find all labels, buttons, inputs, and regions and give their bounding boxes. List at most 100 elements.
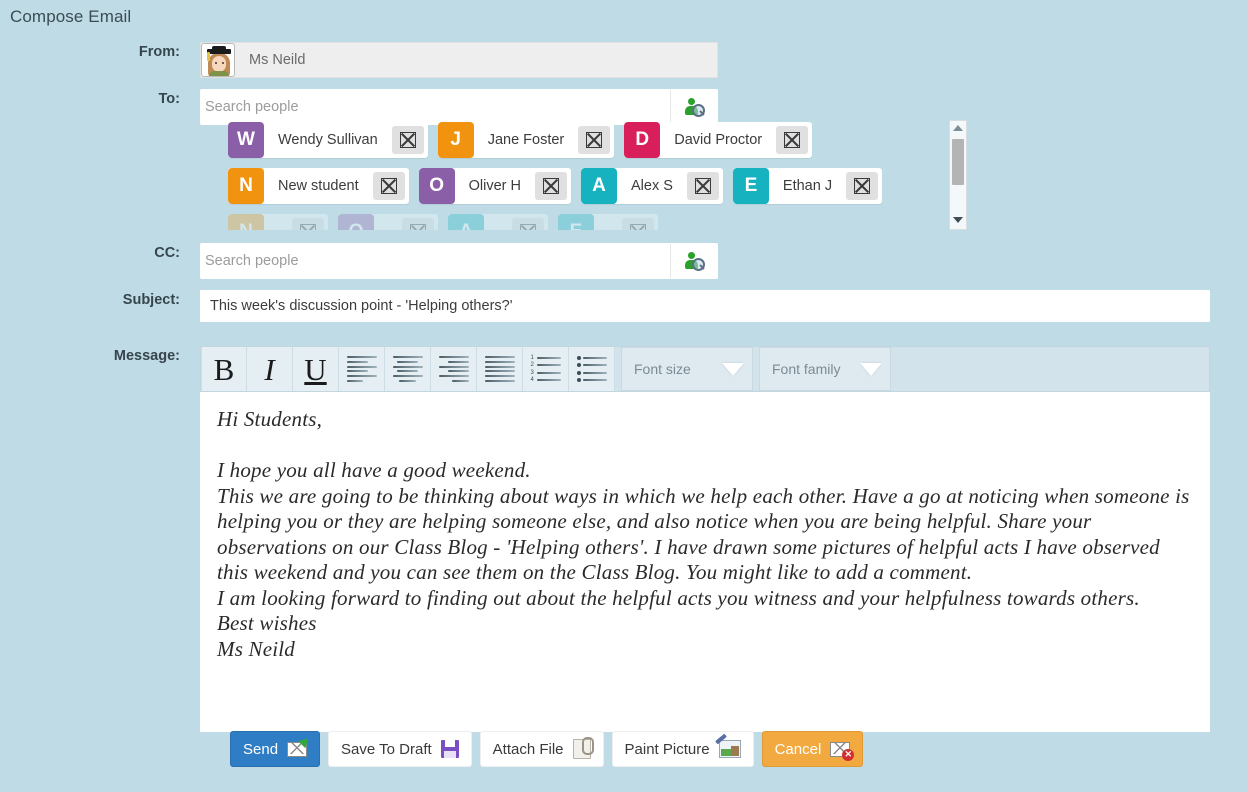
send-button-label: Send: [243, 740, 279, 758]
scrollbar-thumb[interactable]: [952, 139, 964, 185]
recipient-chip[interactable]: N New student: [228, 168, 409, 204]
recipient-chip[interactable]: J Jane Foster: [437, 122, 615, 158]
close-icon: [300, 224, 316, 230]
remove-recipient-button[interactable]: [686, 172, 719, 200]
message-body-area[interactable]: Hi Students, I hope you all have a good …: [200, 392, 1210, 732]
remove-recipient-button[interactable]: [846, 172, 879, 200]
subject-row: Subject:: [0, 290, 1248, 322]
recipient-chip[interactable]: O: [338, 214, 438, 230]
recipient-initial-avatar: N: [228, 168, 264, 204]
recipient-chip[interactable]: E: [558, 214, 658, 230]
align-center-icon: [392, 356, 423, 382]
ordered-list-icon: 1 2 3 4: [531, 355, 561, 383]
recipient-initial-avatar: A: [580, 168, 617, 204]
italic-button[interactable]: I: [247, 347, 293, 391]
action-button-bar: Send Save To Draft Attach File Paint Pic…: [230, 731, 864, 767]
recipient-chip[interactable]: A Alex S: [580, 168, 723, 204]
close-icon: [694, 178, 711, 194]
close-icon: [399, 132, 416, 148]
recipient-chip[interactable]: A: [448, 214, 548, 230]
recipient-name: Ethan J: [782, 178, 833, 194]
remove-recipient-button[interactable]: [372, 172, 405, 200]
message-row: Message: B I U 1 2 3 4 Font size Font fa…: [0, 346, 1248, 732]
bold-icon: B: [213, 351, 235, 387]
recipient-chip[interactable]: O Oliver H: [418, 168, 571, 204]
font-family-select[interactable]: Font family: [759, 347, 891, 391]
align-justify-button[interactable]: [477, 347, 523, 391]
remove-recipient-button[interactable]: [622, 218, 654, 230]
scroll-down-arrow-icon[interactable]: [950, 213, 966, 227]
recipient-initial-avatar: E: [558, 214, 594, 230]
chevron-down-icon: [860, 362, 882, 376]
recipient-chip[interactable]: W Wendy Sullivan: [228, 122, 428, 158]
remove-recipient-button[interactable]: [391, 126, 424, 154]
remove-recipient-button[interactable]: [534, 172, 567, 200]
close-icon: [784, 132, 801, 148]
ordered-list-button[interactable]: 1 2 3 4: [523, 347, 569, 391]
save-to-draft-label: Save To Draft: [341, 740, 432, 758]
paint-picture-button[interactable]: Paint Picture: [611, 731, 754, 767]
paint-image-icon: [714, 733, 741, 758]
align-left-button[interactable]: [339, 347, 385, 391]
editor-toolbar: B I U 1 2 3 4 Font size Font family: [200, 346, 1210, 392]
recipient-initial-avatar: J: [437, 122, 474, 158]
message-body-text: Hi Students, I hope you all have a good …: [217, 407, 1190, 661]
recipient-chip-row-1: W Wendy Sullivan J Jane Foster D David P…: [228, 122, 934, 168]
from-row: From: Ms Neild: [0, 42, 1248, 78]
recipient-initial-avatar: A: [448, 214, 484, 230]
remove-recipient-button[interactable]: [512, 218, 544, 230]
recipient-name: David Proctor: [674, 132, 763, 148]
from-value: Ms Neild: [249, 52, 306, 68]
cc-search-input[interactable]: [201, 243, 670, 279]
page-title: Compose Email: [10, 7, 132, 26]
send-button[interactable]: Send: [230, 731, 321, 767]
attach-file-button[interactable]: Attach File: [479, 731, 604, 767]
from-field: Ms Neild: [200, 42, 718, 78]
unordered-list-button[interactable]: [569, 347, 615, 391]
recipient-chip[interactable]: N: [228, 214, 328, 230]
close-icon: [410, 224, 426, 230]
save-to-draft-button[interactable]: Save To Draft: [328, 731, 472, 767]
font-size-select[interactable]: Font size: [621, 347, 753, 391]
cancel-button-label: Cancel: [774, 740, 822, 758]
cc-field: [200, 243, 718, 279]
cc-search-button[interactable]: [670, 244, 717, 278]
message-label: Message:: [113, 348, 180, 364]
to-search-input[interactable]: [201, 89, 670, 125]
font-family-label: Font family: [772, 361, 841, 377]
person-search-icon: [684, 251, 705, 271]
remove-recipient-button[interactable]: [578, 126, 611, 154]
recipient-list-scrollbar[interactable]: [949, 120, 967, 230]
subject-input[interactable]: [200, 290, 1210, 322]
underline-icon: U: [304, 351, 327, 387]
align-right-button[interactable]: [431, 347, 477, 391]
close-icon: [520, 224, 536, 230]
close-icon: [854, 178, 871, 194]
align-center-button[interactable]: [385, 347, 431, 391]
attach-file-label: Attach File: [492, 740, 564, 758]
remove-recipient-button[interactable]: [776, 126, 809, 154]
to-search-button[interactable]: [670, 90, 717, 124]
chevron-down-icon: [722, 362, 744, 376]
floppy-disk-icon: [440, 740, 459, 758]
recipient-chip[interactable]: D David Proctor: [624, 122, 813, 158]
cancel-button[interactable]: Cancel ✕: [761, 731, 864, 767]
italic-icon: I: [264, 351, 275, 387]
recipient-chip[interactable]: E Ethan J: [732, 168, 883, 204]
recipient-initial-avatar: E: [732, 168, 769, 204]
person-search-icon: [684, 97, 705, 117]
send-envelope-icon: [287, 734, 312, 757]
rich-text-editor: B I U 1 2 3 4 Font size Font family Hi S…: [200, 346, 1210, 732]
remove-recipient-button[interactable]: [402, 218, 434, 230]
scroll-up-arrow-icon[interactable]: [950, 121, 966, 135]
paint-picture-label: Paint Picture: [624, 740, 710, 758]
recipient-initial-avatar: N: [228, 214, 264, 230]
remove-recipient-button[interactable]: [292, 218, 324, 230]
recipient-name: Oliver H: [468, 178, 521, 194]
underline-button[interactable]: U: [293, 347, 339, 391]
bold-button[interactable]: B: [201, 347, 247, 391]
recipient-name: New student: [278, 178, 359, 194]
subject-label: Subject:: [122, 292, 180, 308]
close-icon: [630, 224, 646, 230]
cancel-envelope-icon: ✕: [830, 741, 855, 761]
